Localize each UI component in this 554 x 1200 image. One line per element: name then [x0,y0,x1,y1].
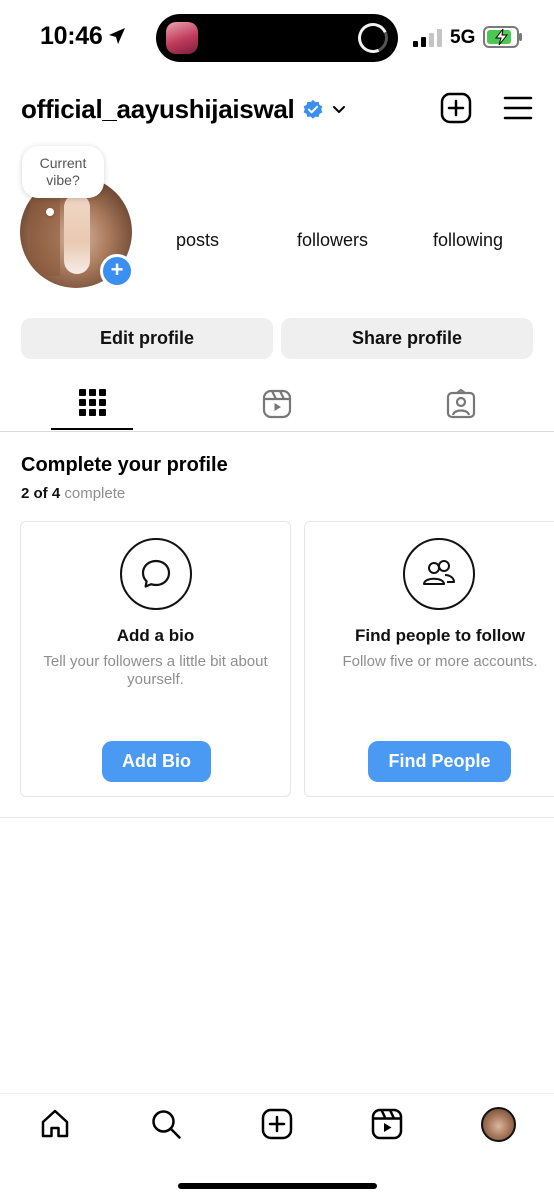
edit-profile-button[interactable]: Edit profile [21,318,273,359]
card-title: Find people to follow [355,626,525,645]
people-icon [403,538,475,610]
battery-charging-icon [483,26,522,48]
section-divider [0,817,554,818]
verified-badge-icon [304,99,323,119]
location-arrow-icon [109,28,125,44]
search-icon[interactable] [150,1108,182,1140]
note-bubble-line1: Current [39,155,87,171]
bottom-nav-divider [0,1093,554,1094]
following-stat[interactable]: following [433,230,503,251]
create-plus-icon[interactable] [440,92,472,124]
home-icon[interactable] [39,1108,71,1140]
network-type: 5G [450,27,476,48]
progress-word: complete [64,485,126,502]
add-bio-button[interactable]: Add Bio [102,741,211,782]
followers-stat[interactable]: followers [297,230,368,251]
find-people-button[interactable]: Find People [368,741,511,782]
tab-divider [0,431,554,432]
card-description: Tell your followers a little bit about y… [43,653,268,688]
chat-bubble-icon [120,538,192,610]
find-people-card: Find people to follow Follow five or mor… [304,521,554,797]
note-bubble-line2: vibe? [46,172,80,188]
share-profile-button[interactable]: Share profile [281,318,533,359]
status-time: 10:46 [40,22,103,50]
reels-icon[interactable] [371,1108,403,1140]
card-title: Add a bio [116,626,195,645]
chevron-down-icon [333,105,346,113]
progress-count: 2 of 4 [21,485,61,502]
note-bubble-tail [46,208,54,216]
add-bio-card: Add a bio Tell your followers a little b… [20,521,291,797]
note-bubble[interactable]: Current vibe? [22,146,104,198]
menu-icon[interactable] [503,95,533,121]
signal-bars-icon [413,29,442,47]
posts-stat[interactable]: posts [176,230,219,251]
account-switcher[interactable]: official_aayushijaiswal [21,94,347,125]
active-tab-indicator [51,428,133,430]
card-description: Follow five or more accounts. [342,653,538,670]
username: official_aayushijaiswal [21,94,295,124]
home-indicator[interactable] [178,1183,377,1189]
live-activity-thumbnail[interactable] [166,22,198,54]
add-story-plus-icon[interactable]: + [100,254,134,288]
complete-profile-title: Complete your profile [21,454,228,476]
profile-avatar[interactable] [481,1107,516,1142]
complete-profile-progress: 2 of 4 complete [21,485,125,502]
create-icon[interactable] [261,1108,293,1140]
reels-tab-icon[interactable] [262,389,292,419]
posts-grid-icon[interactable] [79,389,106,416]
tagged-tab-icon[interactable] [446,389,476,419]
